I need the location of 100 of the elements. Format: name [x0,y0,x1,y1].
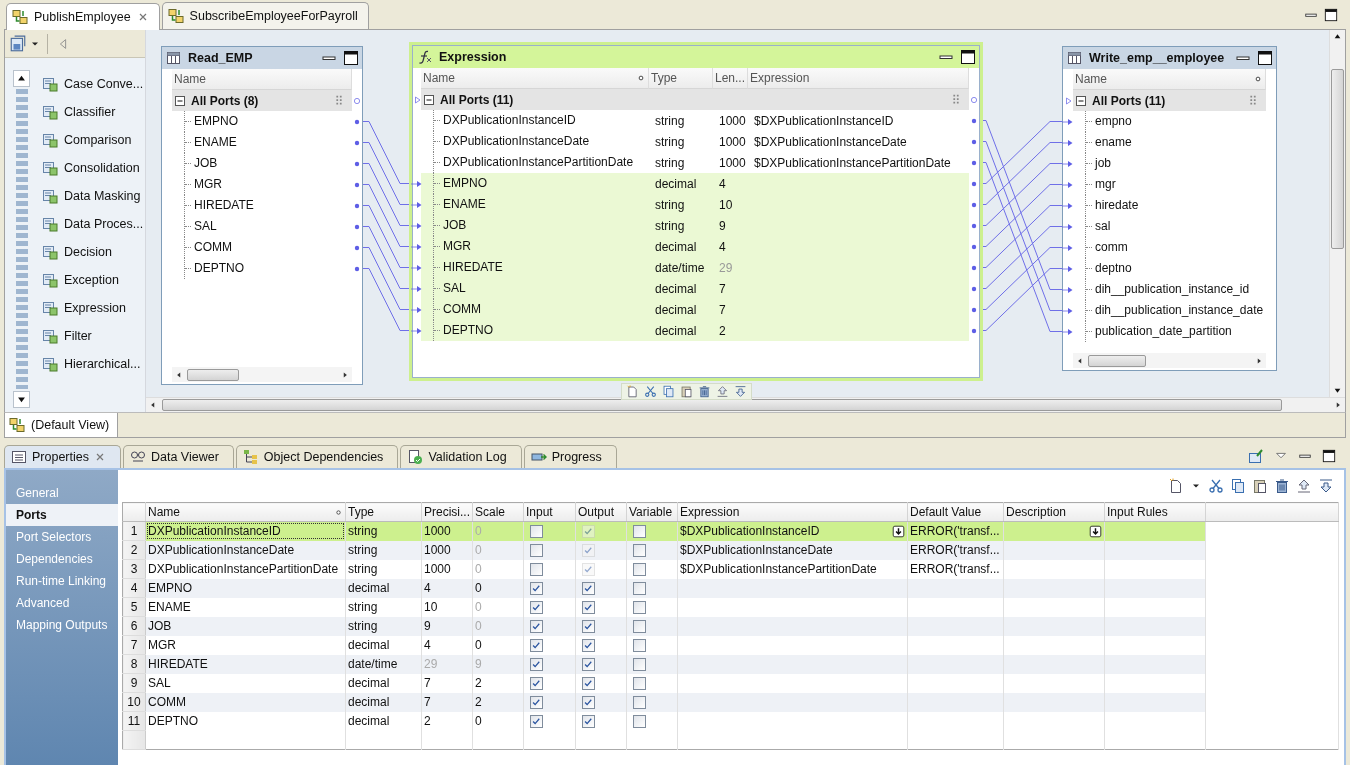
port-row[interactable]: JOB string 9 [413,215,979,236]
checkbox[interactable] [582,677,595,691]
horizontal-scrollbar[interactable] [172,367,352,382]
checkbox[interactable] [633,715,646,729]
move-up-icon[interactable] [1296,478,1312,494]
move-up-icon[interactable] [716,385,729,398]
palette-item[interactable]: Data Masking [42,182,144,210]
checkbox[interactable] [633,582,646,596]
checkbox[interactable] [530,544,543,558]
column-header[interactable]: Type [649,68,713,89]
transformation-node[interactable]: Read_EMP Name All Ports (8) EMPNO ENAME JOB MGR HIREDATE SAL COMM DEPTNO [161,46,363,385]
delete-icon[interactable] [1274,478,1290,494]
checkbox[interactable] [530,525,543,539]
checkbox[interactable] [530,620,543,634]
scroll-thumb[interactable] [1331,69,1344,249]
column-header[interactable]: Default Value [907,502,1004,522]
checkbox[interactable] [582,639,595,653]
checkbox[interactable] [633,658,646,672]
column-header[interactable]: Len... [713,68,748,89]
port-row[interactable]: SAL decimal 7 [413,278,979,299]
scroll-thumb[interactable] [162,399,1282,411]
pin-icon[interactable] [1248,448,1264,464]
panel-tab[interactable]: Properties [4,445,121,468]
scroll-thumb[interactable] [1088,354,1146,367]
scroll-thumb[interactable] [187,368,239,381]
port-row[interactable]: EMPNO decimal 4 [413,173,979,194]
checkbox[interactable] [582,658,595,672]
checkbox[interactable] [633,563,646,577]
panel-tab[interactable]: Data Viewer [123,445,234,468]
new-icon[interactable] [1168,478,1184,494]
scroll-up-icon[interactable] [1333,32,1342,41]
maximize-icon[interactable] [1322,449,1336,463]
panel-tab[interactable]: Validation Log [400,445,522,468]
column-header[interactable]: Expression [748,68,969,89]
column-header[interactable]: Input [523,502,576,522]
delete-icon[interactable] [698,385,711,398]
palette-item[interactable]: Classifier [42,98,144,126]
palette-item[interactable]: Expression [42,294,144,322]
palette-item[interactable]: Data Proces... [42,210,144,238]
cut-icon[interactable] [1208,478,1224,494]
palette-icon[interactable] [9,34,27,53]
section-link[interactable]: Ports [6,504,118,526]
maximize-icon[interactable] [1257,50,1273,66]
copy-icon[interactable] [1230,478,1246,494]
column-header[interactable]: Name [145,502,346,522]
column-header[interactable]: Input Rules [1104,502,1206,522]
scroll-up-button[interactable] [13,70,30,87]
panel-tab[interactable]: Progress [523,445,617,468]
checkbox[interactable] [530,696,543,710]
palette-item[interactable]: Consolidation [42,154,144,182]
palette-item[interactable]: Decision [42,238,144,266]
checkbox[interactable] [582,582,595,596]
column-header[interactable]: Precisi... [421,502,473,522]
copy-icon[interactable] [662,385,675,398]
move-down-icon[interactable] [734,385,747,398]
horizontal-scrollbar[interactable] [1073,353,1266,368]
palette-item[interactable]: Comparison [42,126,144,154]
checkbox[interactable] [530,563,543,577]
transformation-node[interactable] [409,42,983,381]
scroll-down-icon[interactable] [1333,386,1342,395]
checkbox[interactable] [633,677,646,691]
column-header[interactable]: Scale [472,502,524,522]
panel-tab[interactable]: Object Dependencies [235,445,399,468]
port-row[interactable]: COMM decimal 7 [413,299,979,320]
checkbox[interactable] [633,525,646,539]
scroll-down-button[interactable] [13,391,30,408]
cut-icon[interactable] [644,385,657,398]
column-header[interactable]: Description [1003,502,1105,522]
checkbox[interactable] [582,601,595,615]
maximize-icon[interactable] [960,49,976,65]
horizontal-scrollbar[interactable] [146,397,1345,412]
column-header[interactable]: Name [172,69,352,90]
paste-icon[interactable] [1252,478,1268,494]
editor-tab[interactable]: SubscribeEmployeeForPayroll [161,2,369,29]
checkbox[interactable] [633,620,646,634]
port-row[interactable]: MGR decimal 4 [413,236,979,257]
palette-item[interactable]: Case Conve... [42,70,144,98]
checkbox[interactable] [530,582,543,596]
column-header[interactable]: Variable [626,502,678,522]
column-header[interactable]: Name [421,68,649,89]
palette-item[interactable]: Filter [42,322,144,350]
checkbox[interactable] [633,696,646,710]
checkbox[interactable] [530,658,543,672]
column-header[interactable]: Type [345,502,422,522]
port-row[interactable]: HIREDATE date/time 29 [413,257,979,278]
checkbox[interactable] [530,601,543,615]
edit-button-icon[interactable] [1089,524,1102,538]
close-icon[interactable] [94,451,106,463]
move-down-icon[interactable] [1318,478,1334,494]
palette-item[interactable]: Hierarchical... [42,350,144,378]
column-header[interactable]: Name [1073,69,1266,90]
port-row[interactable]: DEPTNO decimal 2 [413,320,979,341]
palette-scroll-track[interactable] [15,89,28,389]
column-header[interactable]: Expression [677,502,908,522]
checkbox[interactable] [582,715,595,729]
edit-button-icon[interactable] [892,524,905,538]
maximize-icon[interactable] [343,50,359,66]
editor-tab[interactable]: PublishEmployee [6,3,160,30]
maximize-icon[interactable] [1324,7,1338,22]
vertical-scrollbar[interactable] [1329,30,1345,397]
